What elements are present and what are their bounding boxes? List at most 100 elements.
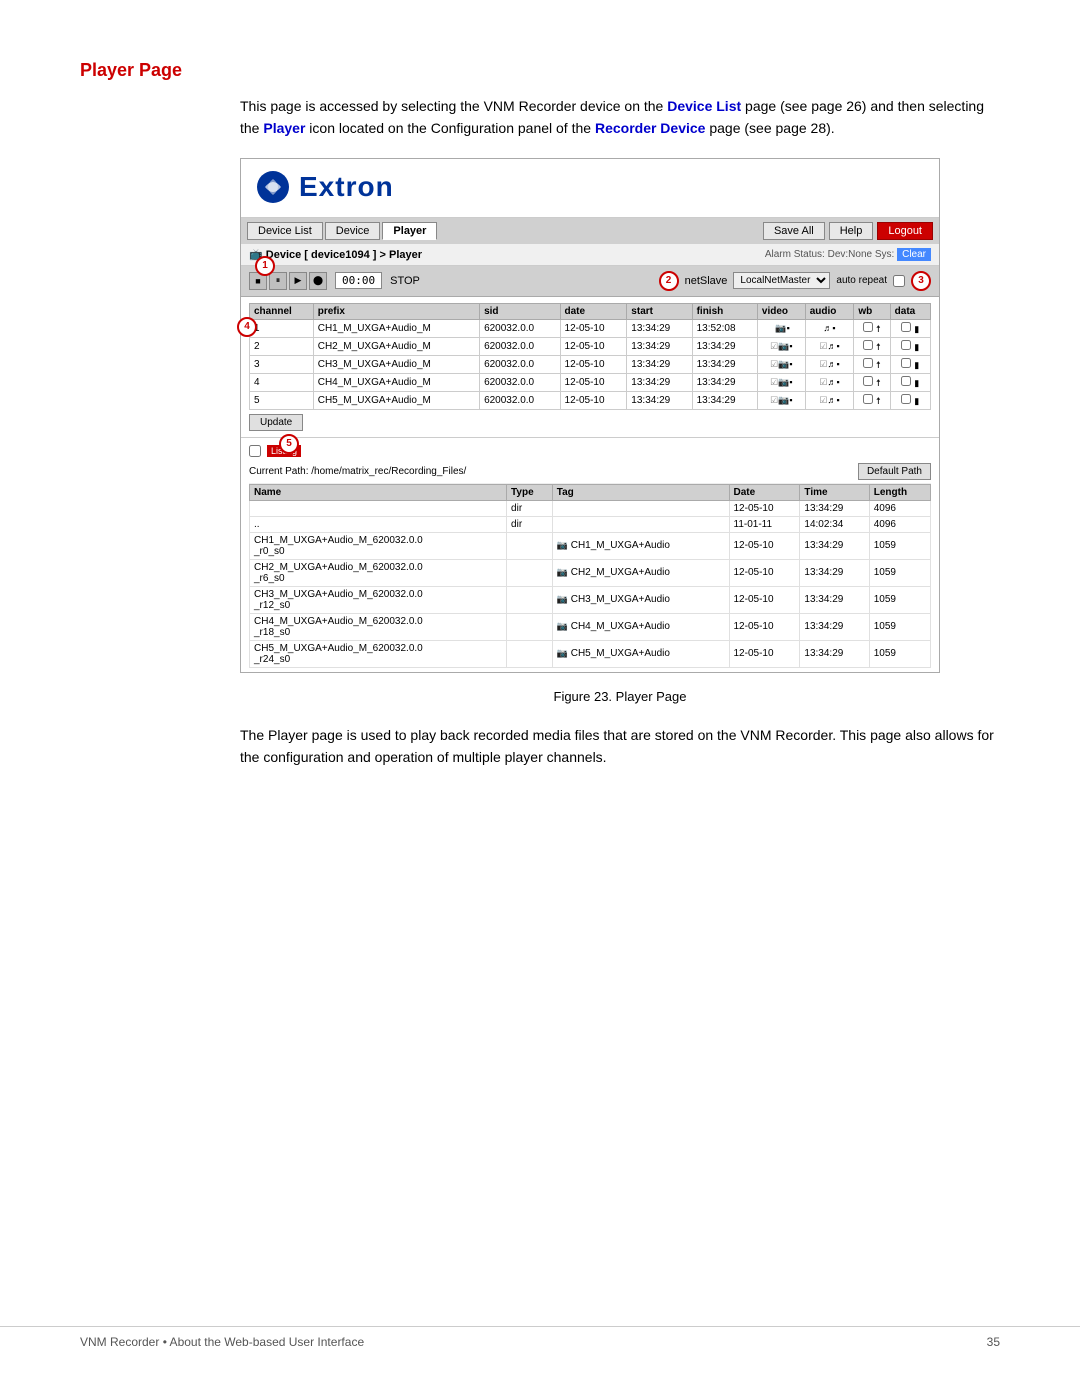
cell-prefix: CH2_M_UXGA+Audio_M xyxy=(313,337,479,355)
cell-fdate: 12-05-10 xyxy=(729,586,800,613)
extron-nav: Device List Device Player Save All Help … xyxy=(241,218,939,244)
cell-ftype: dir xyxy=(507,516,553,532)
channels-tbody: 1 CH1_M_UXGA+Audio_M 620032.0.0 12-05-10… xyxy=(250,319,931,409)
wb-checkbox-1[interactable] xyxy=(863,340,873,350)
wb-checkbox-0[interactable] xyxy=(863,322,873,332)
alarm-clear-btn[interactable]: Clear xyxy=(897,248,931,261)
cell-fdate: 12-05-10 xyxy=(729,500,800,516)
cell-fname: CH4_M_UXGA+Audio_M_620032.0.0_r18_s0 xyxy=(250,613,507,640)
cell-ftag xyxy=(552,500,729,516)
play-btn[interactable]: ▶ xyxy=(289,272,307,290)
footer-page-number: 35 xyxy=(987,1335,1000,1349)
data-checkbox-0[interactable] xyxy=(901,322,911,332)
col-start: start xyxy=(627,303,692,319)
wb-checkbox-3[interactable] xyxy=(863,376,873,386)
cell-wb: ☨ xyxy=(854,355,890,373)
cell-finish: 13:34:29 xyxy=(692,337,757,355)
channels-table: channel prefix sid date start finish vid… xyxy=(249,303,931,410)
nav-logout[interactable]: Logout xyxy=(877,222,933,240)
cell-ch: 2 xyxy=(250,337,314,355)
cell-ftype xyxy=(507,532,553,559)
nav-device-list[interactable]: Device List xyxy=(247,222,323,240)
cell-date: 12-05-10 xyxy=(560,319,627,337)
nav-left: Device List Device Player xyxy=(247,222,437,240)
cell-ftype xyxy=(507,640,553,667)
cell-data: ▮ xyxy=(890,391,930,409)
col-data: data xyxy=(890,303,930,319)
data-checkbox-1[interactable] xyxy=(901,340,911,350)
col-tag: Tag xyxy=(552,484,729,500)
default-path-button[interactable]: Default Path xyxy=(858,463,931,480)
cell-finish: 13:52:08 xyxy=(692,319,757,337)
device-list-link[interactable]: Device List xyxy=(667,98,741,114)
record-btn[interactable]: ⬤ xyxy=(309,272,327,290)
listing-section: Listing 5 Current Path: /home/matrix_rec… xyxy=(241,437,939,672)
cell-flength: 1059 xyxy=(869,532,930,559)
cell-ftime: 13:34:29 xyxy=(800,500,869,516)
cell-ftype xyxy=(507,559,553,586)
cell-ftag: 📷 CH1_M_UXGA+Audio xyxy=(552,532,729,559)
cell-wb: ☨ xyxy=(854,391,890,409)
nav-help[interactable]: Help xyxy=(829,222,874,240)
cell-start: 13:34:29 xyxy=(627,337,692,355)
pause-btn[interactable]: ⏸ xyxy=(269,272,287,290)
update-button[interactable]: Update xyxy=(249,414,303,431)
figure-number: Figure 23. xyxy=(554,689,613,704)
file-row-6: CH4_M_UXGA+Audio_M_620032.0.0_r18_s0 📷 C… xyxy=(250,613,931,640)
cell-video: 📷▪ xyxy=(757,319,805,337)
localnetmaster-select[interactable]: LocalNetMaster xyxy=(733,272,830,289)
col-date: date xyxy=(560,303,627,319)
cell-data: ▮ xyxy=(890,337,930,355)
channel-row-3: 3 CH3_M_UXGA+Audio_M 620032.0.0 12-05-10… xyxy=(250,355,931,373)
files-header-row: Name Type Tag Date Time Length xyxy=(250,484,931,500)
path-bar: Current Path: /home/matrix_rec/Recording… xyxy=(249,460,931,484)
cell-prefix: CH1_M_UXGA+Audio_M xyxy=(313,319,479,337)
wb-checkbox-4[interactable] xyxy=(863,394,873,404)
cell-sid: 620032.0.0 xyxy=(480,373,560,391)
extron-logo-text: Extron xyxy=(299,171,394,203)
alarm-status: Alarm Status: Dev:None Sys: Clear xyxy=(765,249,931,260)
section-title: Player Page xyxy=(80,60,1000,81)
files-thead: Name Type Tag Date Time Length xyxy=(250,484,931,500)
cell-wb: ☨ xyxy=(854,319,890,337)
cell-sid: 620032.0.0 xyxy=(480,337,560,355)
wb-checkbox-2[interactable] xyxy=(863,358,873,368)
cell-ftime: 13:34:29 xyxy=(800,559,869,586)
cell-fdate: 12-05-10 xyxy=(729,559,800,586)
breadcrumb-path: Device [ device1094 ] > Player xyxy=(266,249,422,261)
cell-fname: CH3_M_UXGA+Audio_M_620032.0.0_r12_s0 xyxy=(250,586,507,613)
channel-row-1: 1 CH1_M_UXGA+Audio_M 620032.0.0 12-05-10… xyxy=(250,319,931,337)
nav-device[interactable]: Device xyxy=(325,222,381,240)
auto-repeat-checkbox[interactable] xyxy=(893,275,905,287)
nav-save-all[interactable]: Save All xyxy=(763,222,825,240)
data-checkbox-4[interactable] xyxy=(901,394,911,404)
cell-ftime: 13:34:29 xyxy=(800,613,869,640)
data-checkbox-3[interactable] xyxy=(901,376,911,386)
cell-date: 12-05-10 xyxy=(560,391,627,409)
recorder-device-link[interactable]: Recorder Device xyxy=(595,120,706,136)
channels-header-row: channel prefix sid date start finish vid… xyxy=(250,303,931,319)
cell-video: ☑📷▪ xyxy=(757,373,805,391)
netslave-label: netSlave xyxy=(685,275,728,287)
cell-start: 13:34:29 xyxy=(627,373,692,391)
col-channel: channel xyxy=(250,303,314,319)
cell-finish: 13:34:29 xyxy=(692,373,757,391)
cell-sid: 620032.0.0 xyxy=(480,391,560,409)
cell-audio: ☑♬▪ xyxy=(805,391,854,409)
nav-player[interactable]: Player xyxy=(382,222,437,240)
cell-fname: .. xyxy=(250,516,507,532)
cell-fname: CH2_M_UXGA+Audio_M_620032.0.0_r6_s0 xyxy=(250,559,507,586)
breadcrumb-bar: 📺 Device [ device1094 ] > Player Alarm S… xyxy=(241,244,939,266)
cell-prefix: CH5_M_UXGA+Audio_M xyxy=(313,391,479,409)
callout-4: 4 xyxy=(237,317,257,337)
channel-row-5: 5 CH5_M_UXGA+Audio_M 620032.0.0 12-05-10… xyxy=(250,391,931,409)
data-checkbox-2[interactable] xyxy=(901,358,911,368)
cell-audio: ☑♬▪ xyxy=(805,337,854,355)
files-tbody: dir 12-05-10 13:34:29 4096 .. dir 11-01-… xyxy=(250,500,931,667)
cell-audio: ♬▪ xyxy=(805,319,854,337)
cell-fname xyxy=(250,500,507,516)
cell-ch: 4 xyxy=(250,373,314,391)
cell-wb: ☨ xyxy=(854,373,890,391)
listing-checkbox[interactable] xyxy=(249,445,261,457)
screenshot-frame: Extron Device List Device Player Save Al… xyxy=(240,158,940,673)
